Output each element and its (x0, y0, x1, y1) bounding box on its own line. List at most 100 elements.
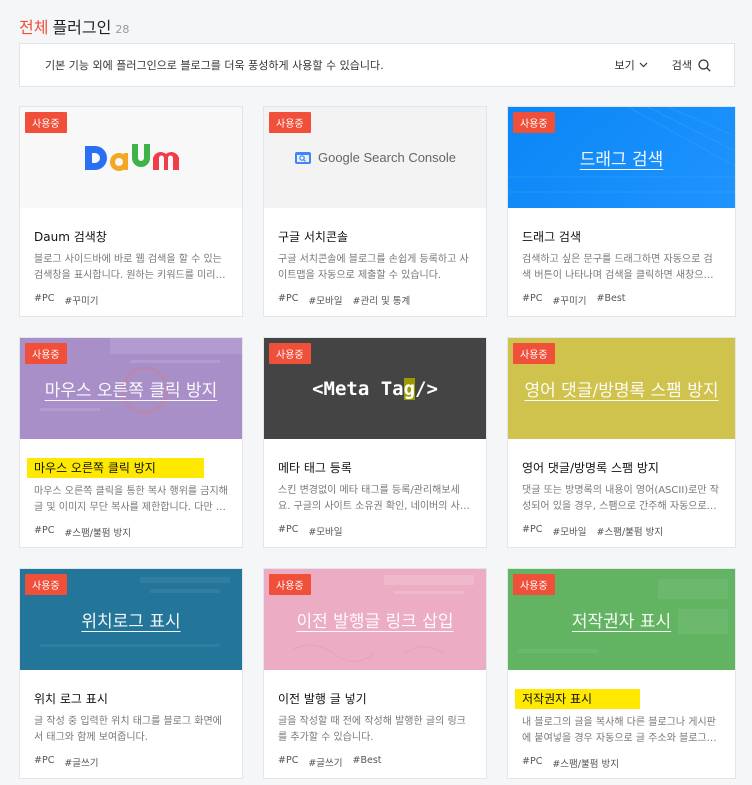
plugin-description: 글 작성 중 입력한 위치 태그를 블로그 화면에서 태그와 함께 보여줍니다. (34, 716, 222, 743)
page-title: 전체 플러그인 28 (19, 14, 130, 37)
tag: #PC (34, 293, 55, 304)
card-thumbnail: 사용중 영어 댓글/방명록 스팸 방지 (508, 338, 735, 439)
thumbnail-title: 드래그 검색 (579, 150, 664, 170)
plugin-card-right-click-block[interactable]: 사용중 마우스 오른쪽 클릭 방지 마우스 오른쪽 클릭 방지 마우스 오른쪽 … (19, 337, 243, 548)
card-thumbnail: 사용중 Google Search Console (264, 107, 486, 208)
daum-logo (81, 138, 181, 178)
tag: #PC (522, 524, 543, 535)
plugin-tags: #PC #꾸미기 (34, 293, 228, 307)
plugin-card-english-spam[interactable]: 사용중 영어 댓글/방명록 스팸 방지 영어 댓글/방명록 스팸 방지 댓글 또… (507, 337, 736, 548)
plugin-card-previous-post[interactable]: 사용중 이전 발행글 링크 삽입 이전 발행 글 넣기 글을 작성할 때 전에 … (263, 568, 487, 779)
plugin-card-location-log[interactable]: 사용중 위치로그 표시 위치 로그 표시 글 작성 중 입력한 위치 태그를 블… (19, 568, 243, 779)
plugin-tags: #PC #모바일 #스팸/불펌 방지 (522, 524, 721, 538)
plugin-description: 마우스 오른쪽 클릭을 통한 복사 행위를 금지해 글 및 이미지 무단 복사를… (34, 486, 228, 513)
in-use-badge: 사용중 (513, 112, 555, 133)
tag: #관리 및 통계 (352, 296, 411, 307)
tag: #PC (278, 755, 299, 766)
in-use-badge: 사용중 (513, 574, 555, 595)
plugin-card-google-search-console[interactable]: 사용중 Google Search Console 구글 서치콘솔 구글 서치콘… (263, 106, 487, 317)
toolbar: 기본 기능 외에 플러그인으로 블로그를 더욱 풍성하게 사용할 수 있습니다.… (19, 43, 735, 87)
thumb-logo-text: Google Search Console (317, 150, 457, 165)
view-label: 보기 (614, 59, 635, 72)
plugin-description: 글을 작성할 때 전에 작성해 발행한 글의 링크를 추가할 수 있습니다. (278, 716, 466, 743)
tag: #글쓰기 (308, 758, 343, 769)
card-thumbnail: 사용중 위치로그 표시 (20, 569, 242, 670)
tag: #꾸미기 (64, 296, 99, 307)
tag: #PC (522, 756, 543, 767)
plugin-name: 이전 발행 글 넣기 (278, 692, 367, 706)
meta-tag-text: <Meta Ta (312, 377, 404, 400)
plugin-description: 구글 서치콘솔에 블로그를 손쉽게 등록하고 사이트맵을 자동으로 제출할 수 … (278, 254, 469, 281)
tag: #PC (34, 525, 55, 536)
plugin-name: 구글 서치콘솔 (278, 230, 349, 244)
card-thumbnail: 사용중 드래그 검색 (508, 107, 735, 208)
plugin-card-meta-tag[interactable]: 사용중 <Meta Tag/> 메타 태그 등록 스킨 변경없이 메타 태그를 … (263, 337, 487, 548)
in-use-badge: 사용중 (513, 343, 555, 364)
search-button[interactable]: 검색 (672, 57, 711, 73)
meta-tag-text-end: /> (415, 377, 438, 400)
thumbnail-title: 위치로그 표시 (81, 612, 181, 632)
view-dropdown[interactable]: 보기 (615, 57, 648, 73)
google-search-console-logo: Google Search Console (294, 150, 456, 166)
plugin-tags: #PC #스팸/불펌 방지 (34, 525, 228, 539)
tag: #모바일 (308, 527, 343, 538)
thumbnail-title: 이전 발행글 링크 삽입 (296, 612, 454, 632)
tag: #꾸미기 (552, 296, 587, 307)
card-thumbnail: 사용중 저작권자 표시 (508, 569, 735, 670)
title-rest: 플러그인 (52, 18, 112, 37)
card-thumbnail: 사용중 마우스 오른쪽 클릭 방지 (20, 338, 242, 439)
plugin-name: 메타 태그 등록 (278, 461, 352, 475)
plugin-name: 드래그 검색 (522, 230, 582, 244)
in-use-badge: 사용중 (25, 112, 67, 133)
plugin-description: 댓글 또는 방명록의 내용이 영어(ASCII)로만 작성되어 있을 경우, 스… (522, 485, 719, 512)
plugin-tags: #PC #스팸/불펌 방지 (522, 756, 721, 770)
in-use-badge: 사용중 (25, 343, 67, 364)
toolbar-description: 기본 기능 외에 플러그인으로 블로그를 더욱 풍성하게 사용할 수 있습니다. (45, 59, 384, 72)
plugin-tags: #PC #꾸미기 #Best (522, 293, 721, 307)
plugin-description: 검색하고 싶은 문구를 드래그하면 자동으로 검색 버튼이 나타나며 검색을 클… (522, 254, 714, 281)
plugin-tags: #PC #글쓰기 #Best (278, 755, 472, 769)
tag: #모바일 (552, 527, 587, 538)
in-use-badge: 사용중 (269, 343, 311, 364)
plugin-description: 블로그 사이드바에 바로 웹 검색을 할 수 있는 검색창을 표시합니다. 원하… (34, 254, 222, 281)
tag: #글쓰기 (64, 758, 99, 769)
tag: #PC (522, 293, 543, 304)
thumbnail-title: 마우스 오른쪽 클릭 방지 (44, 381, 218, 401)
plugin-count: 28 (115, 23, 130, 36)
tag: #PC (278, 293, 299, 304)
in-use-badge: 사용중 (25, 574, 67, 595)
tag: #스팸/불펌 방지 (64, 528, 131, 539)
plugin-tags: #PC #글쓰기 (34, 755, 228, 769)
tag: #스팸/불펌 방지 (596, 527, 664, 538)
tag: #Best (352, 755, 382, 766)
meta-tag-logo: <Meta Tag/> (312, 377, 438, 400)
plugin-name: 저작권자 표시 (515, 689, 641, 709)
card-thumbnail: 사용중 (20, 107, 242, 208)
card-thumbnail: 사용중 이전 발행글 링크 삽입 (264, 569, 486, 670)
in-use-badge: 사용중 (269, 112, 311, 133)
tag: #Best (596, 293, 626, 304)
card-thumbnail: 사용중 <Meta Tag/> (264, 338, 486, 439)
plugin-card-daum[interactable]: 사용중 Daum 검색창 블로그 사이드바에 바로 웹 검색을 할 수 있는 검… (19, 106, 243, 317)
search-label: 검색 (671, 59, 692, 72)
plugin-tags: #PC #모바일 #관리 및 통계 (278, 293, 472, 307)
title-accent: 전체 (19, 18, 49, 37)
thumbnail-title: 저작권자 표시 (571, 612, 672, 632)
plugin-card-copyright[interactable]: 사용중 저작권자 표시 저작권자 표시 내 블로그의 글을 복사해 다른 블로그… (507, 568, 736, 779)
tag: #스팸/불펌 방지 (552, 759, 619, 770)
plugin-name: 영어 댓글/방명록 스팸 방지 (522, 461, 659, 475)
thumbnail-title: 영어 댓글/방명록 스팸 방지 (524, 381, 719, 401)
plugin-name: Daum 검색창 (34, 230, 107, 244)
in-use-badge: 사용중 (269, 574, 311, 595)
plugin-name: 마우스 오른쪽 클릭 방지 (27, 458, 204, 478)
chevron-down-icon (639, 62, 648, 68)
plugin-grid: 사용중 Daum 검색창 블로그 사이드바에 바로 웹 검색을 할 수 있는 검… (19, 106, 736, 779)
search-console-icon (294, 151, 311, 164)
search-icon (698, 58, 711, 72)
plugin-card-drag-search[interactable]: 사용중 드래그 검색 드래그 검색 검색하고 싶은 문구를 드래그하면 자동으로… (507, 106, 736, 317)
tag: #모바일 (308, 296, 343, 307)
plugin-description: 내 블로그의 글을 복사해 다른 블로그나 게시판에 붙여넣을 경우 자동으로 … (522, 717, 717, 744)
cursor-highlight: g (403, 377, 416, 400)
plugin-tags: #PC #모바일 (278, 524, 472, 538)
tag: #PC (34, 755, 55, 766)
